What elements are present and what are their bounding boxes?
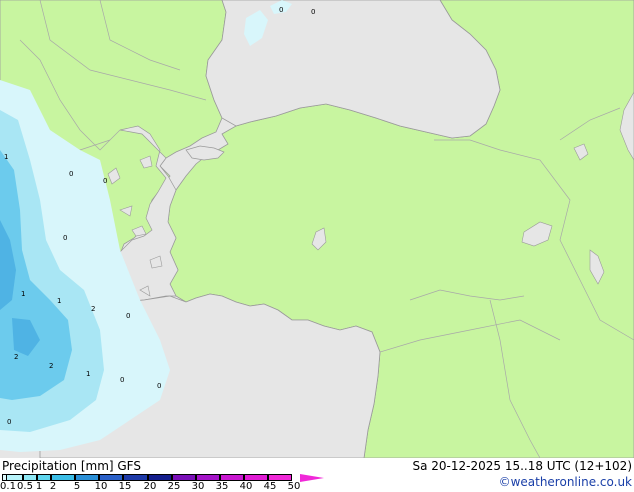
legend-tick-label: 30 <box>191 481 205 492</box>
legend-tick-label: 0.5 <box>17 481 33 492</box>
legend-tick-label: 40 <box>239 481 253 492</box>
legend-tick-label: 5 <box>73 481 81 492</box>
legend-tick-label: 20 <box>143 481 157 492</box>
legend-swatch <box>172 474 196 481</box>
legend-swatch <box>244 474 268 481</box>
map-footer: Precipitation [mm] GFS Sa 20-12-2025 15.… <box>0 458 634 492</box>
point-label: 0 <box>63 234 67 242</box>
legend-tick-label: 15 <box>118 481 132 492</box>
credit-link[interactable]: ©weatheronline.co.uk <box>499 475 632 489</box>
point-label: 0 <box>7 418 11 426</box>
legend-swatch <box>75 474 99 481</box>
point-label: 0 <box>103 177 107 185</box>
point-label: 2 <box>49 362 53 370</box>
legend-tick-label: 25 <box>167 481 181 492</box>
point-label: 1 <box>4 153 8 161</box>
legend-swatch <box>148 474 172 481</box>
legend-swatch <box>123 474 148 481</box>
point-label: 1 <box>86 370 90 378</box>
legend-arrow <box>300 474 324 482</box>
legend-tick-label: 2 <box>49 481 57 492</box>
legend-tick-label: 45 <box>263 481 277 492</box>
legend-tick-label: 0.1 <box>0 481 16 492</box>
legend-swatch <box>37 474 51 481</box>
legend-swatch <box>268 474 292 481</box>
point-label: 1 <box>57 297 61 305</box>
point-label: 0 <box>279 6 283 14</box>
point-label: 0 <box>69 170 73 178</box>
chart-title: Precipitation [mm] GFS <box>2 459 141 473</box>
precipitation-map: 0 0 1 0 0 0 1 1 2 0 2 2 1 0 0 0 <box>0 0 634 458</box>
legend-swatch <box>23 474 37 481</box>
legend-tick-label: 10 <box>94 481 108 492</box>
legend-swatch <box>51 474 75 481</box>
legend-swatch <box>6 474 23 481</box>
point-label: 0 <box>157 382 161 390</box>
point-label: 2 <box>91 305 95 313</box>
legend-swatch <box>99 474 123 481</box>
point-label: 0 <box>120 376 124 384</box>
valid-time: Sa 20-12-2025 15..18 UTC (12+102) <box>412 459 632 473</box>
legend-tick-label: 1 <box>35 481 43 492</box>
point-label: 0 <box>311 8 315 16</box>
legend-tick-label: 50 <box>287 481 301 492</box>
legend-tick-label: 35 <box>215 481 229 492</box>
legend-swatch <box>220 474 244 481</box>
point-label: 2 <box>14 353 18 361</box>
point-label: 0 <box>126 312 130 320</box>
legend-swatch <box>196 474 220 481</box>
point-label: 1 <box>21 290 25 298</box>
